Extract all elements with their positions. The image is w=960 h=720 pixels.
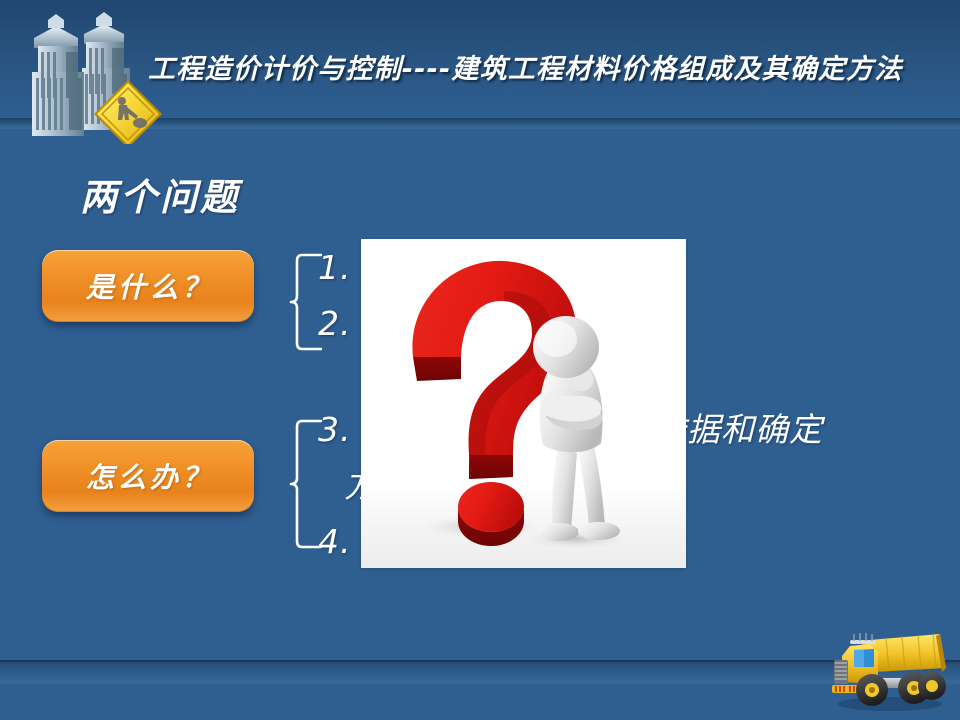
curly-brace-icon	[288, 252, 323, 352]
question-button-label: 怎么办？	[85, 461, 214, 494]
question-button-label: 是什么？	[85, 271, 214, 304]
question-button-what-is-it[interactable]: 是什么？	[42, 250, 254, 322]
twin-skyscrapers-with-construction-sign-icon	[12, 12, 162, 148]
section-heading: 两个问题	[80, 176, 240, 219]
red-question-mark-with-thinking-figure-image	[361, 239, 686, 568]
list-item-number: 3.	[318, 410, 352, 449]
slide-canvas: 工程造价计价与控制----建筑工程材料价格组成及其确定方法 两个问题 是什么？ …	[0, 0, 960, 720]
page-title: 工程造价计价与控制----建筑工程材料价格组成及其确定方法	[148, 54, 903, 85]
question-button-what-to-do[interactable]: 怎么办？	[42, 440, 254, 512]
footer-background	[0, 686, 960, 720]
curly-brace-icon	[288, 418, 323, 550]
yellow-dump-truck-icon	[828, 622, 950, 712]
footer-band	[0, 662, 960, 686]
